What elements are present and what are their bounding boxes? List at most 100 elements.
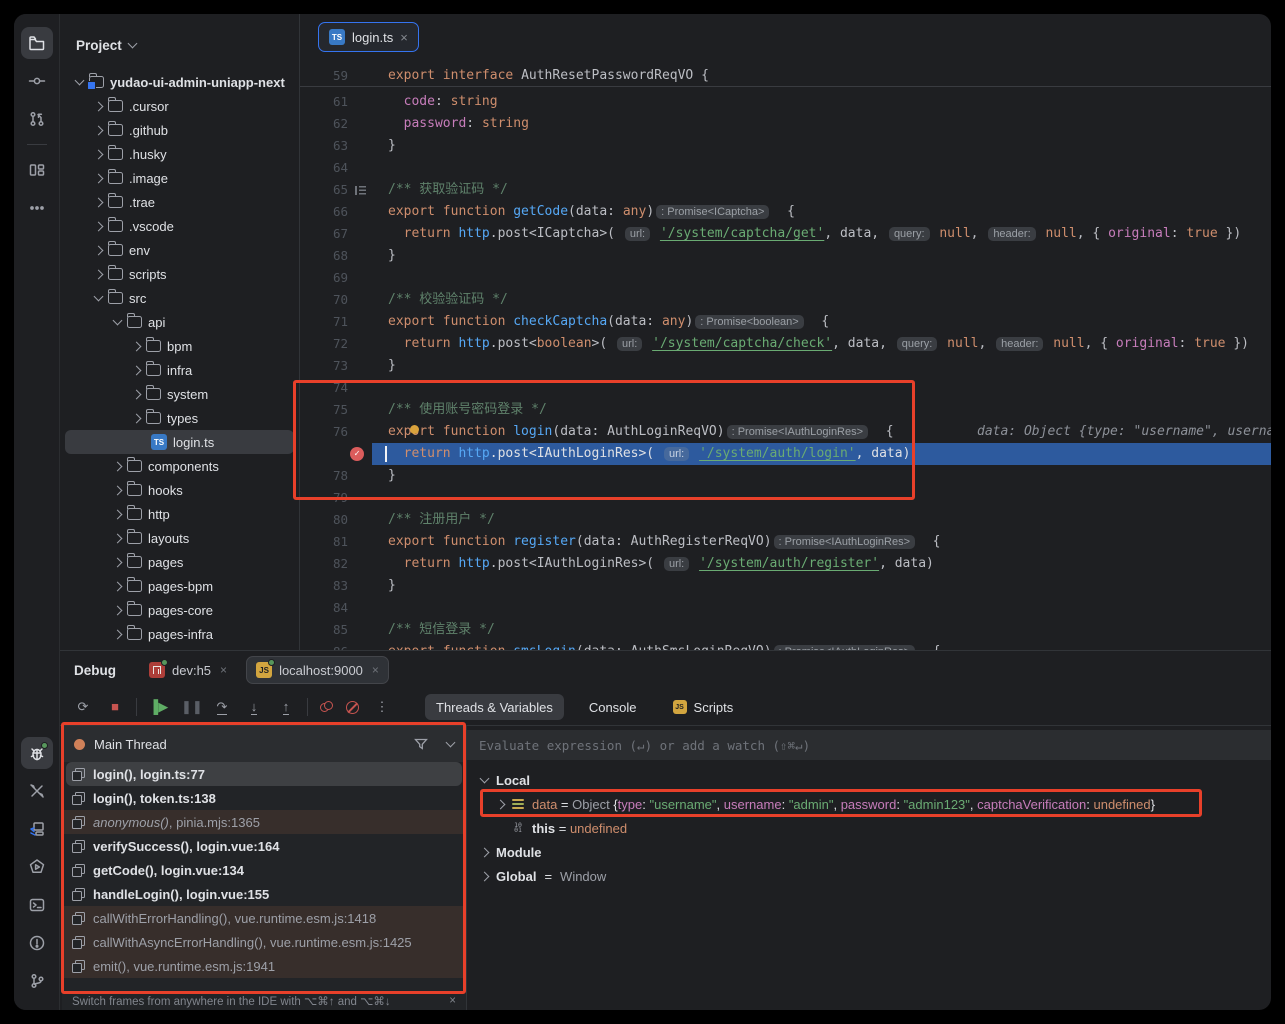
code-line-86[interactable]: 86export function smsLogin(data: AuthSms… [300,641,1271,650]
line-number-gutter[interactable]: 82 [300,553,372,575]
tree-item-.image[interactable]: .image [60,166,299,190]
chevron-right-icon[interactable] [94,269,104,279]
code-line-text[interactable] [372,377,1271,399]
code-line-text[interactable]: export function checkCaptcha(data: any):… [372,311,1271,333]
tree-item-env[interactable]: env [60,238,299,262]
code-line-61[interactable]: 61 code: string [300,91,1271,113]
chevron-right-icon[interactable] [496,799,506,809]
close-icon[interactable]: × [449,995,456,1007]
code-line-84[interactable]: 84 [300,597,1271,619]
chevron-down-icon[interactable] [446,738,456,748]
chevron-right-icon[interactable] [94,101,104,111]
line-number-gutter[interactable]: 80 [300,509,372,531]
code-line-text[interactable]: export function login(data: AuthLoginReq… [372,421,1271,443]
tree-item-login.ts[interactable]: TSlogin.ts [65,430,294,454]
line-number-gutter[interactable]: 75 [300,399,372,421]
chevron-right-icon[interactable] [113,509,123,519]
line-number-gutter[interactable]: 67 [300,223,372,245]
variables-group-module[interactable]: Module [467,840,1271,864]
step-out-icon[interactable]: ↑ [277,698,295,716]
code-line-text[interactable] [372,597,1271,619]
filter-icon[interactable] [414,737,428,751]
chevron-right-icon[interactable] [113,533,123,543]
chevron-right-icon[interactable] [132,365,142,375]
chevron-right-icon[interactable] [480,871,490,881]
problems-icon[interactable] [21,927,53,959]
line-number-gutter[interactable]: 76 [300,421,372,443]
line-number-gutter[interactable]: 59 [300,65,372,86]
code-line-66[interactable]: 66export function getCode(data: any): Pr… [300,201,1271,223]
frame-item[interactable]: login(), login.ts:77 [66,762,462,786]
frame-item[interactable]: callWithErrorHandling(), vue.runtime.esm… [62,906,466,930]
code-line-text[interactable]: return http.post<boolean>( url: '/system… [372,333,1271,355]
code-line-78[interactable]: 78} [300,465,1271,487]
project-header[interactable]: Project [60,34,299,56]
project-tool-icon[interactable] [21,27,53,59]
resume-icon[interactable]: ▐▶ [149,698,167,716]
code-area[interactable]: 59export interface AuthResetPasswordReqV… [300,56,1271,650]
variable-row[interactable]: 1001this = undefined [467,816,1271,840]
code-line-text[interactable] [372,487,1271,509]
code-line-text[interactable]: export function smsLogin(data: AuthSmsLo… [372,641,1271,650]
line-number-gutter[interactable]: 68 [300,245,372,267]
line-number-gutter[interactable]: 66 [300,201,372,223]
code-line-text[interactable]: } [372,245,1271,267]
tree-item-pages-infra[interactable]: pages-infra [60,622,299,646]
chevron-down-icon[interactable] [113,316,123,326]
code-line-text[interactable]: } [372,465,1271,487]
mute-breakpoints-icon[interactable] [346,701,359,714]
line-number-gutter[interactable]: 73 [300,355,372,377]
step-over-icon[interactable]: ↷ [213,698,231,716]
more-tools-icon[interactable] [21,192,53,224]
tree-item-.husky[interactable]: .husky [60,142,299,166]
code-line-65[interactable]: 65/** 获取验证码 */ [300,179,1271,201]
tree-item-pages[interactable]: pages [60,550,299,574]
close-icon[interactable]: × [372,663,379,677]
code-line-text[interactable]: code: string [372,91,1271,113]
code-line-text[interactable]: /** 使用账号密码登录 */ [372,399,1271,421]
pull-requests-tool-icon[interactable] [21,103,53,135]
code-line-74[interactable]: 74 [300,377,1271,399]
code-line-76[interactable]: 76export function login(data: AuthLoginR… [300,421,1271,443]
tree-item-http[interactable]: http [60,502,299,526]
frame-item[interactable]: handleLogin(), login.vue:155 [62,882,466,906]
code-line-77[interactable]: ✓ return http.post<IAuthLoginRes>( url: … [300,443,1271,465]
variables-group-local[interactable]: Local [467,768,1271,792]
chevron-right-icon[interactable] [113,629,123,639]
line-number-gutter[interactable]: ✓ [300,443,372,465]
code-line-text[interactable]: /** 获取验证码 */ [372,179,1271,201]
code-line-text[interactable]: /** 校验验证码 */ [372,289,1271,311]
code-line-83[interactable]: 83} [300,575,1271,597]
code-line-75[interactable]: 75/** 使用账号密码登录 */ [300,399,1271,421]
structure-tool-icon[interactable] [21,154,53,186]
chevron-right-icon[interactable] [94,245,104,255]
tree-item-hooks[interactable]: hooks [60,478,299,502]
line-number-gutter[interactable]: 78 [300,465,372,487]
line-number-gutter[interactable]: 69 [300,267,372,289]
chevron-right-icon[interactable] [94,149,104,159]
view-breakpoints-icon[interactable] [320,701,332,713]
line-number-gutter[interactable]: 63 [300,135,372,157]
rerun-icon[interactable]: ⟳ [74,698,92,716]
line-number-gutter[interactable]: 86 [300,641,372,650]
variables-group-global[interactable]: Global = Window [467,864,1271,888]
chevron-right-icon[interactable] [113,581,123,591]
line-number-gutter[interactable]: 72 [300,333,372,355]
chevron-right-icon[interactable] [132,413,142,423]
chevron-right-icon[interactable] [94,125,104,135]
chevron-down-icon[interactable] [480,774,490,784]
chevron-right-icon[interactable] [113,485,123,495]
code-line-79[interactable]: 79 [300,487,1271,509]
tree-item-layouts[interactable]: layouts [60,526,299,550]
tree-item-.vscode[interactable]: .vscode [60,214,299,238]
stop-icon[interactable]: ■ [106,698,124,716]
debug-tool-icon[interactable] [21,737,53,769]
chevron-down-icon[interactable] [75,76,85,86]
code-line-text[interactable]: export function register(data: AuthRegis… [372,531,1271,553]
code-line-text[interactable]: /** 注册用户 */ [372,509,1271,531]
code-line-text[interactable]: return http.post<IAuthLoginRes>( url: '/… [372,443,1271,465]
tree-item-infra[interactable]: infra [60,358,299,382]
frame-item[interactable]: anonymous(), pinia.mjs:1365 [62,810,466,834]
code-line-text[interactable]: export interface AuthResetPasswordReqVO … [372,65,1271,86]
code-line-text[interactable]: } [372,575,1271,597]
